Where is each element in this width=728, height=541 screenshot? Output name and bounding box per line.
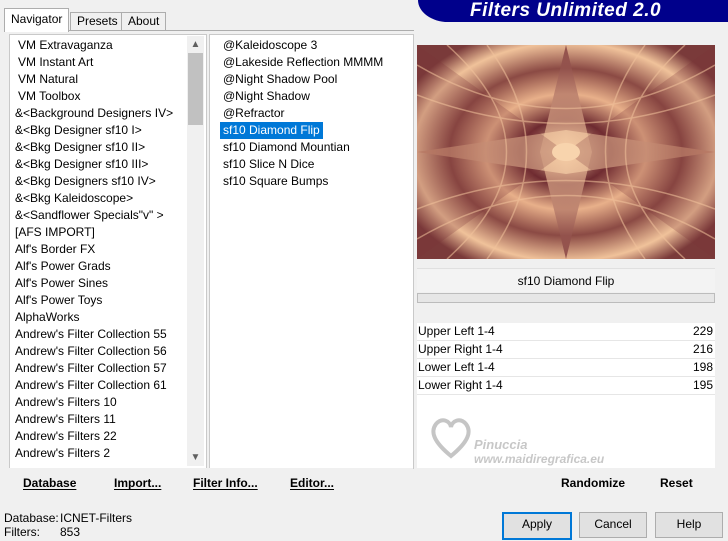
parameter-row[interactable]: Lower Left 1-4 198 bbox=[417, 359, 715, 377]
category-item[interactable]: Andrew's Filter Collection 55 bbox=[15, 326, 167, 343]
parameter-label: Upper Right 1-4 bbox=[418, 342, 503, 356]
editor-button[interactable]: Editor... bbox=[290, 476, 334, 490]
database-button[interactable]: Database bbox=[23, 476, 76, 490]
parameter-label: Upper Left 1-4 bbox=[418, 324, 495, 338]
cancel-button[interactable]: Cancel bbox=[579, 512, 647, 538]
category-item[interactable]: VM Instant Art bbox=[18, 54, 93, 71]
category-scrollbar[interactable]: ▲ ▼ bbox=[187, 36, 204, 466]
filter-item[interactable]: sf10 Diamond Mountian bbox=[220, 139, 353, 156]
app-title: Filters Unlimited 2.0 bbox=[470, 0, 662, 21]
parameter-row[interactable]: Upper Left 1-4 229 bbox=[417, 323, 715, 341]
tab-presets[interactable]: Presets bbox=[70, 12, 125, 31]
database-value: ICNET-Filters bbox=[60, 511, 132, 525]
scrollbar-thumb[interactable] bbox=[188, 53, 203, 125]
filter-item[interactable]: @Night Shadow bbox=[220, 88, 313, 105]
category-item[interactable]: Andrew's Filters 2 bbox=[15, 445, 110, 462]
filter-list[interactable]: @Kaleidoscope 3 @Lakeside Reflection MMMM… bbox=[209, 34, 414, 469]
scroll-down-icon[interactable]: ▼ bbox=[187, 449, 204, 466]
parameter-label: Lower Left 1-4 bbox=[418, 360, 495, 374]
category-item[interactable]: [AFS IMPORT] bbox=[15, 224, 95, 241]
preview-image bbox=[417, 45, 715, 259]
category-item[interactable]: &<Bkg Designer sf10 II> bbox=[15, 139, 145, 156]
tab-navigator[interactable]: Navigator bbox=[4, 8, 70, 32]
filter-item[interactable]: @Lakeside Reflection MMMM bbox=[220, 54, 386, 71]
category-list[interactable]: VM Extravaganza VM Instant Art VM Natural V… bbox=[9, 34, 207, 469]
help-button[interactable]: Help bbox=[655, 512, 723, 538]
parameter-row[interactable]: Lower Right 1-4 195 bbox=[417, 377, 715, 395]
category-item[interactable]: VM Natural bbox=[18, 71, 78, 88]
apply-button[interactable]: Apply bbox=[502, 512, 572, 540]
category-item[interactable]: Alf's Power Grads bbox=[15, 258, 111, 275]
filter-item[interactable]: sf10 Diamond Flip bbox=[220, 122, 323, 139]
filter-item[interactable]: sf10 Slice N Dice bbox=[220, 156, 317, 173]
filter-info-button[interactable]: Filter Info... bbox=[193, 476, 258, 490]
preview-caption-box: sf10 Diamond Flip bbox=[417, 268, 715, 292]
watermark-url: www.maidiregrafica.eu bbox=[474, 452, 605, 466]
parameter-label: Lower Right 1-4 bbox=[418, 378, 503, 392]
category-item[interactable]: &<Bkg Designer sf10 III> bbox=[15, 156, 148, 173]
watermark-name: Pinuccia bbox=[474, 437, 528, 452]
watermark-logo-icon bbox=[428, 412, 474, 463]
category-item[interactable]: Andrew's Filter Collection 61 bbox=[15, 377, 167, 394]
parameter-value: 229 bbox=[692, 324, 713, 338]
category-item[interactable]: Alf's Power Toys bbox=[15, 292, 102, 309]
category-item[interactable]: VM Extravaganza bbox=[18, 37, 113, 54]
category-item[interactable]: Andrew's Filter Collection 57 bbox=[15, 360, 167, 377]
category-item[interactable]: Alf's Border FX bbox=[15, 241, 95, 258]
category-item[interactable]: &<Bkg Kaleidoscope> bbox=[15, 190, 133, 207]
category-item[interactable]: Andrew's Filters 10 bbox=[15, 394, 117, 411]
scroll-up-icon[interactable]: ▲ bbox=[187, 36, 204, 53]
parameter-slider-track[interactable] bbox=[417, 394, 715, 395]
filters-label: Filters: bbox=[4, 525, 40, 539]
parameter-value: 198 bbox=[692, 360, 713, 374]
category-item[interactable]: Andrew's Filters 22 bbox=[15, 428, 117, 445]
category-item[interactable]: &<Bkg Designer sf10 I> bbox=[15, 122, 142, 139]
category-item[interactable]: &<Background Designers IV> bbox=[15, 105, 173, 122]
filter-item[interactable]: @Night Shadow Pool bbox=[220, 71, 340, 88]
preview-frame bbox=[417, 45, 715, 259]
category-item[interactable]: Andrew's Filters 11 bbox=[15, 411, 116, 428]
parameter-value: 216 bbox=[692, 342, 713, 356]
reset-button[interactable]: Reset bbox=[660, 476, 693, 490]
tab-about[interactable]: About bbox=[121, 12, 167, 31]
import-button[interactable]: Import... bbox=[114, 476, 161, 490]
parameter-value: 195 bbox=[692, 378, 713, 392]
category-item[interactable]: VM Toolbox bbox=[18, 88, 80, 105]
preview-caption: sf10 Diamond Flip bbox=[517, 274, 615, 288]
category-item[interactable]: Alf's Power Sines bbox=[15, 275, 108, 292]
category-item[interactable]: &<Bkg Designers sf10 IV> bbox=[15, 173, 156, 190]
filter-item[interactable]: @Kaleidoscope 3 bbox=[220, 37, 320, 54]
category-item[interactable]: &<Sandflower Specials"v" > bbox=[15, 207, 164, 224]
filters-count: 853 bbox=[60, 525, 81, 539]
parameter-row[interactable]: Upper Right 1-4 216 bbox=[417, 341, 715, 359]
filter-item[interactable]: @Refractor bbox=[220, 105, 288, 122]
randomize-button[interactable]: Randomize bbox=[561, 476, 625, 490]
progress-bar bbox=[417, 293, 715, 303]
category-item[interactable]: AlphaWorks bbox=[15, 309, 79, 326]
filter-item[interactable]: sf10 Square Bumps bbox=[220, 173, 331, 190]
database-label: Database: bbox=[4, 511, 59, 525]
category-item[interactable]: Andrew's Filter Collection 56 bbox=[15, 343, 167, 360]
